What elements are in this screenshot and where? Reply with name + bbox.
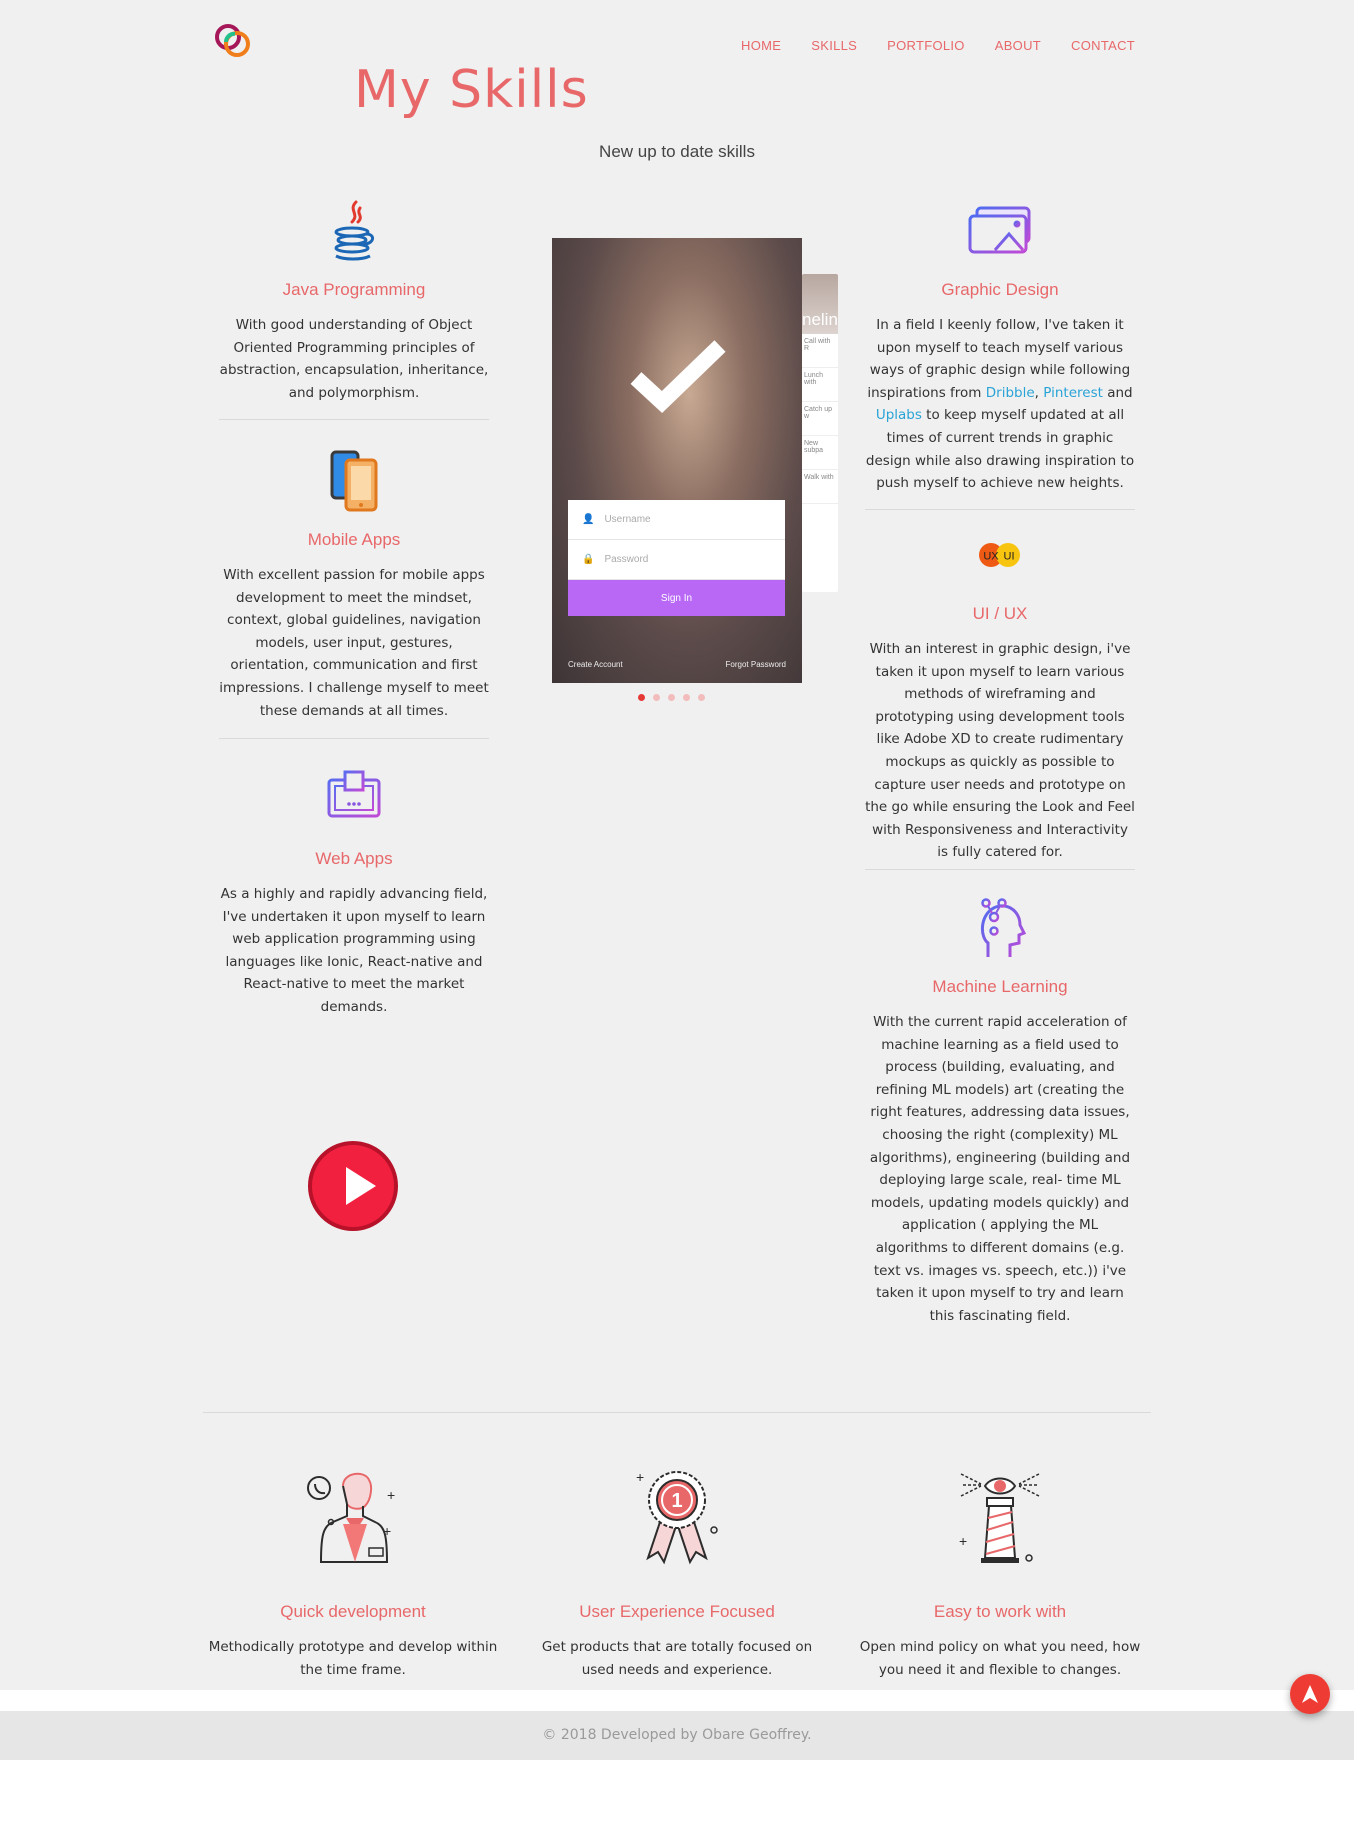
carousel-dot[interactable] (683, 694, 690, 701)
play-video-button[interactable] (308, 1141, 398, 1231)
pinterest-link[interactable]: Pinterest (1043, 385, 1103, 401)
feature-quick-development: + + Quick development Methodically proto… (208, 1466, 498, 1681)
skill-title: Graphic Design (941, 280, 1059, 299)
divider (865, 869, 1135, 870)
feature-description: Get products that are totally focused on… (541, 1639, 813, 1678)
skill-title: Web Apps (315, 849, 393, 868)
sign-in-button-mockup: Sign In (568, 580, 785, 616)
login-links: Create Account Forgot Password (568, 660, 786, 669)
skill-title: Machine Learning (932, 977, 1068, 996)
skill-web: Web Apps As a highly and rapidly advanci… (219, 765, 489, 1019)
footer-copyright: © 2018 Developed by Obare Geoffrey. (542, 1727, 812, 1743)
username-placeholder: Username (604, 514, 651, 525)
lighthouse-icon: + (855, 1466, 1145, 1566)
feature-description: Open mind policy on what you need, how y… (859, 1639, 1141, 1678)
feature-description: Methodically prototype and develop withi… (208, 1639, 498, 1678)
nav-home[interactable]: HOME (741, 38, 781, 53)
scroll-to-top-button[interactable] (1290, 1674, 1330, 1714)
list-item: Lunch with (802, 368, 838, 402)
list-item: Catch up w (802, 402, 838, 436)
skill-title: Mobile Apps (307, 530, 401, 549)
nav-contact[interactable]: CONTACT (1071, 38, 1135, 53)
carousel-active-slide: 👤 Username 🔒 Password Sign In Create Acc… (552, 238, 802, 683)
password-placeholder: Password (604, 554, 649, 565)
conjunction: and (1102, 384, 1133, 401)
svg-text:+: + (636, 1469, 644, 1485)
main-nav: HOME SKILLS PORTFOLIO ABOUT CONTACT (741, 38, 1135, 53)
list-item: New subpa (802, 436, 838, 470)
section-divider (203, 1412, 1151, 1413)
mobile-phone-icon (219, 446, 489, 516)
page-subtitle: New up to date skills (599, 142, 755, 161)
ux-ui-icon: UX UI (865, 520, 1135, 590)
user-icon: 👤 (582, 514, 595, 525)
nav-skills[interactable]: SKILLS (811, 38, 857, 53)
carousel-indicators (638, 694, 705, 701)
feature-title: User Experience Focused (579, 1602, 775, 1621)
skill-graphic-design: Graphic Design In a field I keenly follo… (865, 196, 1135, 495)
login-form-mockup: 👤 Username 🔒 Password Sign In (568, 500, 785, 616)
divider (219, 738, 489, 739)
checkmark-icon (630, 340, 726, 414)
skill-description: With the current rapid acceleration of m… (869, 1014, 1131, 1324)
list-item: Walk with (802, 470, 838, 504)
machine-learning-head-icon (865, 893, 1135, 963)
skill-description: With an interest in graphic design, i've… (865, 641, 1135, 861)
divider (865, 509, 1135, 510)
java-icon (219, 196, 489, 266)
developer-icon: + + (208, 1466, 498, 1566)
arrow-up-icon (1302, 1685, 1318, 1703)
page-title: My Skills (354, 60, 589, 120)
skills-carousel[interactable]: neline Call with R Lunch with Catch up w… (552, 238, 838, 683)
skill-description: With excellent passion for mobile apps d… (219, 567, 489, 719)
username-field-mockup: 👤 Username (568, 500, 785, 540)
skill-title: Java Programming (282, 280, 426, 299)
feature-ux-focused: 1 + User Experience Focused Get products… (532, 1466, 822, 1681)
skill-mobile: Mobile Apps With excellent passion for m… (219, 446, 489, 722)
list-item: Call with R (802, 334, 838, 368)
skill-machine-learning: Machine Learning With the current rapid … (865, 893, 1135, 1327)
slide-header: neline (802, 274, 838, 334)
skill-title: UI / UX (972, 604, 1028, 623)
carousel-dot[interactable] (638, 694, 645, 701)
carousel-dot[interactable] (698, 694, 705, 701)
create-account-link: Create Account (568, 660, 623, 669)
graphic-design-icon (865, 196, 1135, 266)
skill-description: As a highly and rapidly advancing field,… (220, 886, 488, 1015)
uplabs-link[interactable]: Uplabs (876, 407, 922, 423)
password-field-mockup: 🔒 Password (568, 540, 785, 580)
svg-text:+: + (383, 1523, 391, 1539)
skill-description: With good understanding of Object Orient… (219, 317, 489, 401)
carousel-dot[interactable] (668, 694, 675, 701)
nav-portfolio[interactable]: PORTFOLIO (887, 38, 965, 53)
lock-icon: 🔒 (582, 554, 595, 565)
svg-text:+: + (959, 1533, 967, 1549)
nav-about[interactable]: ABOUT (995, 38, 1041, 53)
carousel-next-slide[interactable]: neline Call with R Lunch with Catch up w… (802, 274, 838, 592)
dribble-link[interactable]: Dribble (986, 385, 1035, 401)
ux-badge: UX (983, 551, 999, 563)
svg-text:+: + (387, 1487, 395, 1503)
divider (219, 419, 489, 420)
forgot-password-link: Forgot Password (725, 660, 786, 669)
site-logo[interactable] (213, 22, 255, 60)
separator: , (1034, 384, 1044, 401)
skill-ui-ux: UX UI UI / UX With an interest in graphi… (865, 520, 1135, 864)
skill-description: In a field I keenly follow, I've taken i… (865, 314, 1135, 495)
feature-title: Easy to work with (933, 1602, 1067, 1621)
carousel-dot[interactable] (653, 694, 660, 701)
skill-java: Java Programming With good understanding… (219, 196, 489, 404)
award-badge-icon: 1 + (532, 1466, 822, 1566)
feature-easy-to-work-with: + Easy to work with Open mind policy on … (855, 1466, 1145, 1681)
badge-number: 1 (671, 1490, 682, 1512)
web-monitor-icon (219, 765, 489, 835)
ui-badge: UI (1004, 551, 1015, 563)
feature-title: Quick development (280, 1602, 426, 1621)
